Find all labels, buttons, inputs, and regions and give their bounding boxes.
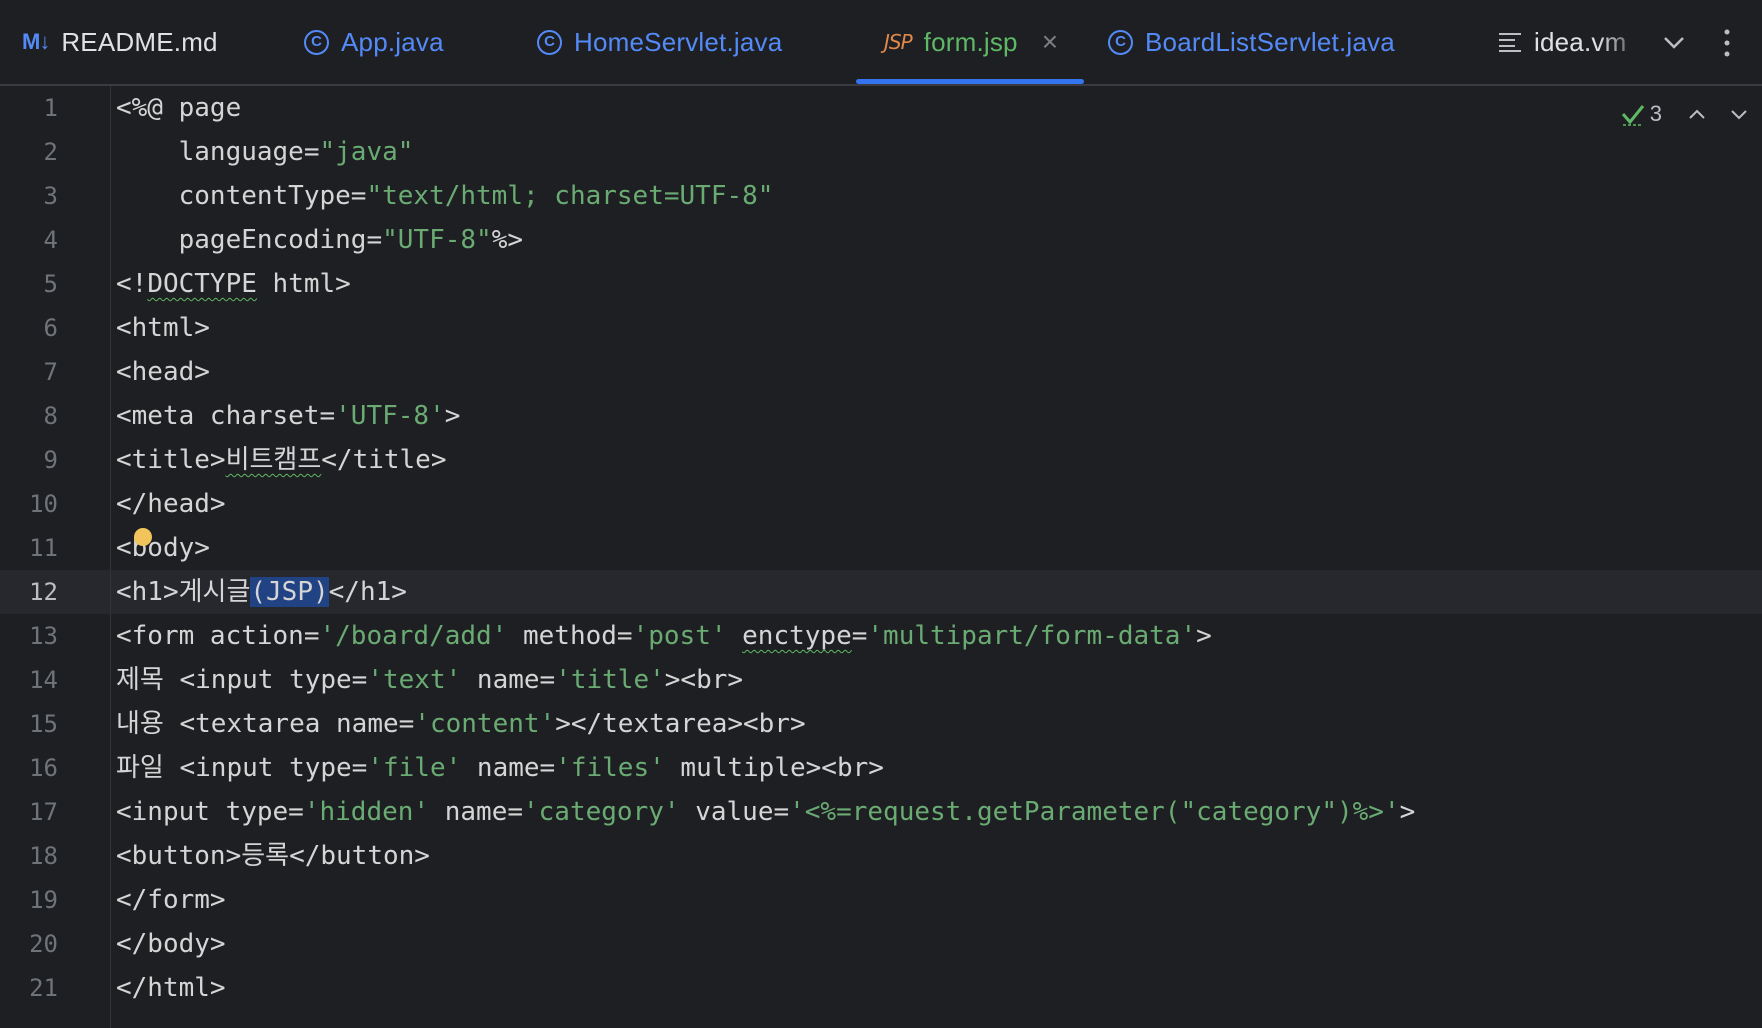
text-file-icon	[1498, 32, 1522, 52]
line-number: 1	[43, 94, 58, 122]
tab-readme[interactable]: M↓ README.md	[22, 0, 218, 84]
active-tab-indicator	[856, 79, 1084, 84]
code-line[interactable]: <!DOCTYPE html>	[116, 262, 351, 306]
code-line[interactable]: </body>	[116, 922, 226, 966]
java-class-icon: C	[537, 29, 562, 55]
code-line[interactable]: </html>	[116, 966, 226, 1010]
line-number: 8	[43, 402, 58, 430]
code-line[interactable]: </head>	[116, 482, 226, 526]
line-number: 6	[43, 314, 58, 342]
java-class-icon: C	[1108, 29, 1133, 55]
line-number: 14	[29, 666, 58, 694]
code-line[interactable]: <body>	[116, 526, 210, 570]
code-line[interactable]: 내용 <textarea name='content'></textarea><…	[116, 702, 806, 746]
tab-label: BoardListServlet.java	[1145, 26, 1395, 57]
line-number: 18	[29, 842, 58, 870]
jsp-icon: JSP	[884, 30, 913, 54]
line-number: 21	[29, 974, 58, 1002]
tab-overflow-fade	[1598, 0, 1648, 84]
code-line[interactable]: <html>	[116, 306, 210, 350]
chevron-up-icon[interactable]	[1686, 103, 1708, 125]
line-number: 13	[29, 622, 58, 650]
line-number: 15	[29, 710, 58, 738]
line-number: 20	[29, 930, 58, 958]
tab-form-jsp[interactable]: JSP form.jsp ×	[884, 0, 1058, 84]
line-number-gutter: 1 2 3 4 5 6 7 8 9 10 11 12 13 14 15 16 1…	[0, 86, 111, 1028]
line-number: 3	[43, 182, 58, 210]
line-number: 19	[29, 886, 58, 914]
code-line[interactable]: 제목 <input type='text' name='title'><br>	[116, 658, 743, 702]
code-line[interactable]: <meta charset='UTF-8'>	[116, 394, 460, 438]
line-number: 2	[43, 138, 58, 166]
line-number: 16	[29, 754, 58, 782]
tab-app-java[interactable]: C App.java	[304, 0, 444, 84]
line-number: 17	[29, 798, 58, 826]
line-number: 10	[29, 490, 58, 518]
code-line[interactable]: <button>등록</button>	[116, 834, 430, 878]
line-number: 4	[43, 226, 58, 254]
code-line[interactable]: pageEncoding="UTF-8"%>	[116, 218, 523, 262]
tab-label: README.md	[61, 26, 218, 57]
tab-label: form.jsp	[923, 26, 1018, 57]
line-number: 5	[43, 270, 58, 298]
markdown-icon: M↓	[22, 29, 50, 54]
code-line[interactable]: <form action='/board/add' method='post' …	[116, 614, 1212, 658]
inspection-widget[interactable]: 3	[1620, 96, 1750, 132]
editor-tab-bar: M↓ README.md C App.java C HomeServlet.ja…	[0, 0, 1762, 86]
line-number-current: 12	[29, 578, 58, 606]
tab-home-servlet[interactable]: C HomeServlet.java	[537, 0, 782, 84]
code-line[interactable]: <input type='hidden' name='category' val…	[116, 790, 1415, 834]
text-selection: (JSP)	[250, 577, 329, 607]
code-line[interactable]: <title>비트캠프</title>	[116, 438, 447, 482]
line-number: 7	[43, 358, 58, 386]
chevron-down-icon[interactable]	[1657, 26, 1691, 60]
inspection-count: 3	[1649, 101, 1662, 126]
intention-bulb-icon[interactable]	[134, 528, 152, 546]
code-editor[interactable]: 1 2 3 4 5 6 7 8 9 10 11 12 13 14 15 16 1…	[0, 86, 1762, 1028]
check-icon	[1621, 105, 1644, 126]
code-line[interactable]: language="java"	[116, 130, 414, 174]
line-number: 11	[29, 534, 58, 562]
code-line[interactable]: contentType="text/html; charset=UTF-8"	[116, 174, 774, 218]
close-icon[interactable]: ×	[1042, 28, 1058, 56]
java-class-icon: C	[304, 29, 329, 55]
code-line[interactable]: </form>	[116, 878, 226, 922]
chevron-down-icon[interactable]	[1728, 103, 1750, 125]
tab-label: HomeServlet.java	[574, 26, 783, 57]
tab-board-list-servlet[interactable]: C BoardListServlet.java	[1108, 0, 1395, 84]
code-line-current[interactable]: <h1>게시글(JSP)</h1>	[116, 570, 407, 614]
code-line[interactable]: <%@ page	[116, 86, 241, 130]
more-options-icon[interactable]	[1710, 26, 1744, 60]
line-number: 9	[43, 446, 58, 474]
code-line[interactable]: 파일 <input type='file' name='files' multi…	[116, 746, 884, 790]
code-line[interactable]: <head>	[116, 350, 210, 394]
tab-label: App.java	[341, 26, 444, 57]
